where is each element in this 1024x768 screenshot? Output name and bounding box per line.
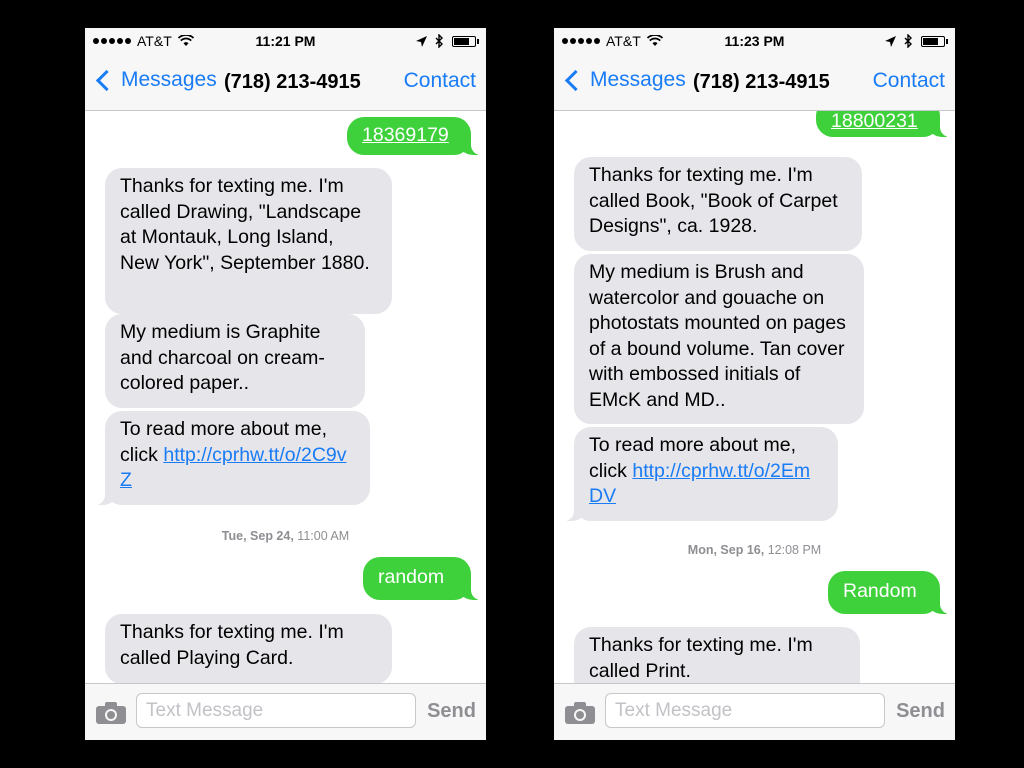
contact-button[interactable]: Contact (873, 69, 945, 93)
received-message[interactable]: My medium is Brush and watercolor and go… (574, 254, 864, 424)
timestamp-time: 11:00 AM (297, 529, 350, 543)
timestamp-time: 12:08 PM (767, 543, 822, 557)
phone-screen-left: AT&T 11:21 PM Messages (718) 213-4915 Co… (85, 28, 486, 740)
sent-message[interactable]: random (363, 557, 481, 600)
back-button[interactable]: Messages (562, 68, 686, 92)
message-text: Thanks for texting me. I'm called Print. (589, 634, 813, 682)
message-input[interactable] (605, 693, 885, 728)
message-input[interactable] (136, 693, 416, 728)
message-text: Thanks for texting me. I'm called Drawin… (120, 175, 370, 274)
input-bar: Send (85, 683, 486, 740)
message-text: Thanks for texting me. I'm called Playin… (120, 621, 344, 669)
battery-icon (921, 35, 948, 47)
bluetooth-icon (904, 34, 912, 48)
phone-screen-right: AT&T 11:23 PM Messages (718) 213-4915 Co… (554, 28, 955, 740)
timestamp: Mon, Sep 16, 12:08 PM (554, 543, 955, 557)
status-bar: AT&T 11:21 PM (85, 28, 486, 54)
message-list[interactable]: 18800231 Thanks for texting me. I'm call… (554, 111, 955, 684)
back-label: Messages (121, 68, 217, 91)
message-text: My medium is Brush and watercolor and go… (589, 261, 846, 411)
received-message[interactable]: Thanks for texting me. I'm called Drawin… (105, 168, 392, 314)
nav-bar: Messages (718) 213-4915 Contact (85, 54, 486, 111)
sent-message[interactable]: Random (828, 571, 950, 614)
location-arrow-icon (885, 35, 896, 47)
received-message[interactable]: To read more about me, click http://cprh… (564, 427, 838, 521)
timestamp: Tue, Sep 24, 11:00 AM (85, 529, 486, 543)
battery-icon (452, 35, 479, 47)
nav-bar: Messages (718) 213-4915 Contact (554, 54, 955, 111)
bluetooth-icon (435, 34, 443, 48)
conversation-title: (718) 213-4915 (224, 71, 361, 93)
camera-icon[interactable] (564, 701, 596, 725)
timestamp-day: Mon, Sep 16, (687, 543, 765, 557)
back-chevron-icon (564, 69, 587, 91)
message-text: Random (843, 580, 917, 602)
message-text: Thanks for texting me. I'm called Book, … (589, 164, 838, 237)
back-button[interactable]: Messages (93, 68, 217, 92)
received-message[interactable]: Thanks for texting me. I'm called Print. (574, 627, 860, 684)
timestamp-day: Tue, Sep 24, (221, 529, 294, 543)
back-label: Messages (590, 68, 686, 91)
received-message[interactable]: To read more about me, click http://cprh… (95, 411, 370, 505)
message-list[interactable]: 18369179 Thanks for texting me. I'm call… (85, 111, 486, 684)
contact-button[interactable]: Contact (404, 69, 476, 93)
received-message[interactable]: Thanks for texting me. I'm called Playin… (105, 614, 392, 684)
message-text: random (378, 566, 445, 588)
message-text[interactable]: 18369179 (362, 124, 449, 146)
send-button[interactable]: Send (896, 700, 945, 723)
conversation-title: (718) 213-4915 (693, 71, 830, 93)
message-text: My medium is Graphite and charcoal on cr… (120, 321, 325, 394)
message-text[interactable]: 18800231 (831, 111, 918, 132)
sent-message[interactable]: 18369179 (347, 117, 481, 155)
sent-message[interactable]: 18800231 (816, 111, 950, 137)
location-arrow-icon (416, 35, 427, 47)
camera-icon[interactable] (95, 701, 127, 725)
input-bar: Send (554, 683, 955, 740)
received-message[interactable]: My medium is Graphite and charcoal on cr… (105, 314, 365, 408)
received-message[interactable]: Thanks for texting me. I'm called Book, … (574, 157, 862, 251)
status-bar: AT&T 11:23 PM (554, 28, 955, 54)
back-chevron-icon (95, 69, 118, 91)
send-button[interactable]: Send (427, 700, 476, 723)
